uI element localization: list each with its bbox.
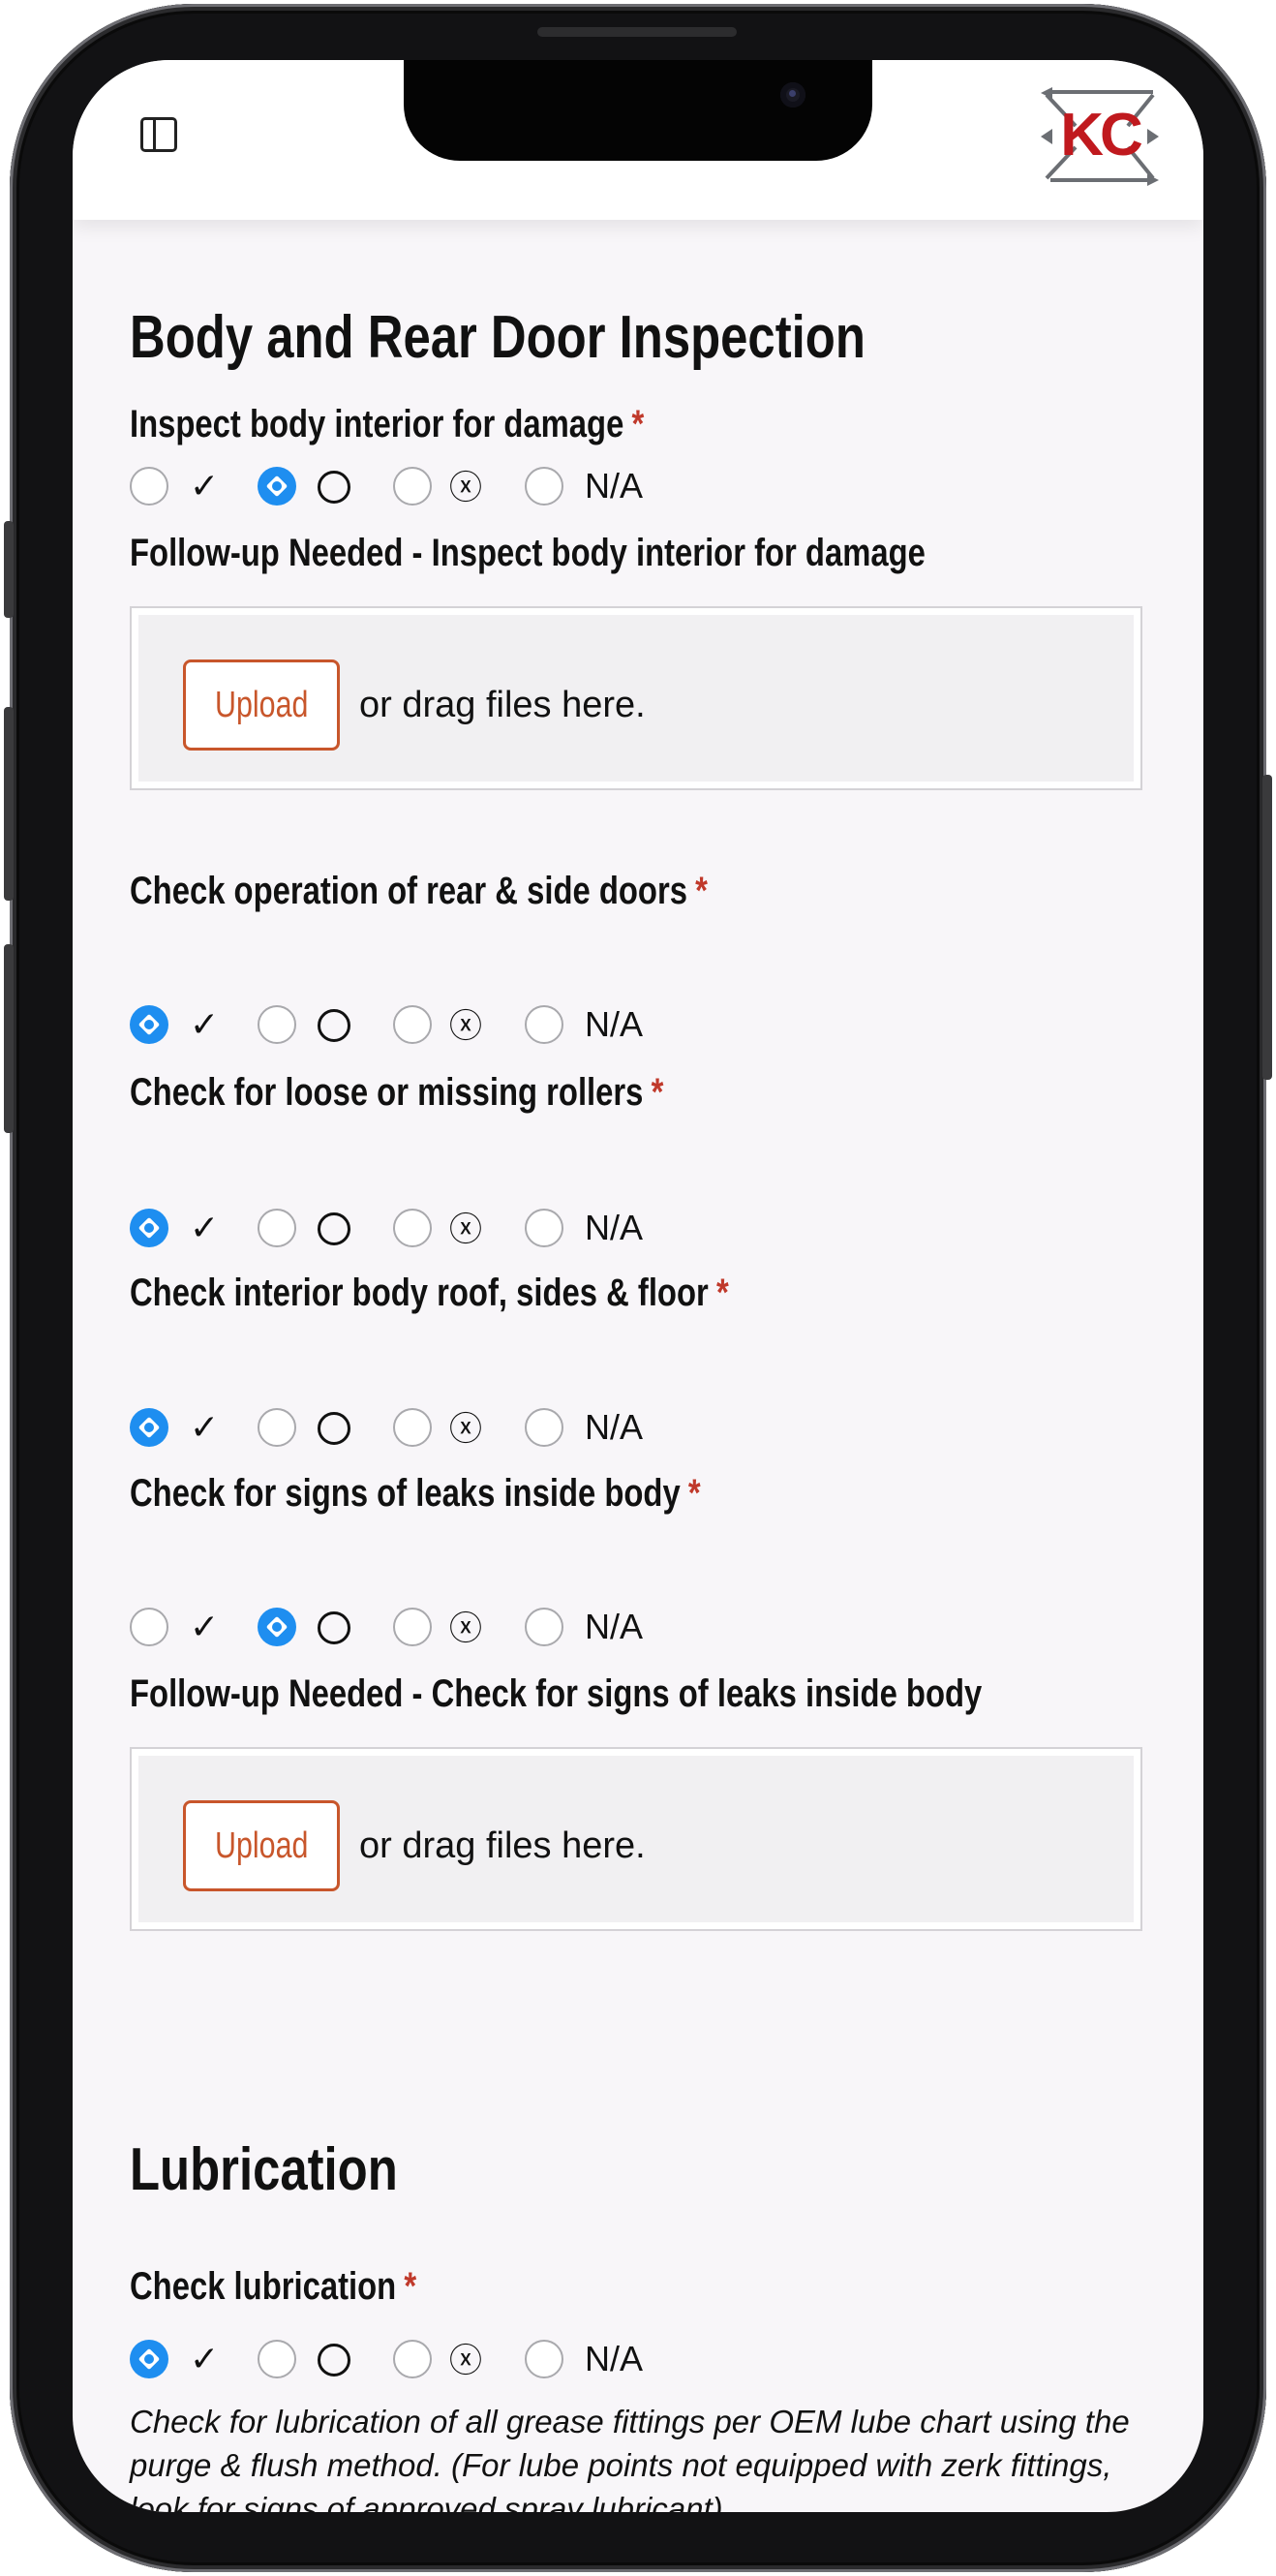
radio-group-doors: ✓ ⓧ N/A [130, 1005, 807, 1048]
option-followup-label [318, 2340, 350, 2384]
section-title: Body and Rear Door Inspection [130, 304, 866, 371]
radio-pass[interactable] [130, 1608, 168, 1646]
radio-na[interactable] [525, 1005, 563, 1044]
logo-letters: KC [1060, 102, 1142, 169]
file-drop-zone[interactable]: Upload or drag files here. [130, 1747, 1142, 1931]
required-mark: * [695, 870, 708, 912]
radio-group-leaks: ✓ ⓧ N/A [130, 1608, 807, 1650]
option-followup-label [318, 1608, 350, 1652]
option-na-label: N/A [585, 1208, 644, 1247]
company-logo: KC [1041, 87, 1159, 186]
radio-fail[interactable] [393, 467, 432, 506]
side-button-right [1262, 775, 1272, 1080]
option-na-label: N/A [585, 1004, 644, 1044]
option-pass-label: ✓ [190, 1607, 220, 1646]
option-pass-label: ✓ [190, 1407, 220, 1447]
side-button-left-2 [4, 707, 14, 901]
option-fail-label: ⓧ [449, 1211, 482, 1249]
option-na-label: N/A [585, 1407, 644, 1447]
question-label: Check lubrication * [130, 2265, 417, 2308]
drag-files-text: or drag files here. [359, 1825, 646, 1866]
question-label: Inspect body interior for damage * [130, 403, 645, 445]
required-mark: * [715, 1272, 729, 1314]
option-na-label: N/A [585, 2339, 644, 2378]
speaker-grille [537, 27, 737, 37]
radio-group-body-damage: ✓ ⓧ N/A [130, 467, 807, 509]
question-label: Check for signs of leaks inside body * [130, 1472, 701, 1515]
radio-followup[interactable] [258, 1209, 296, 1247]
option-fail-label: ⓧ [449, 2342, 482, 2380]
radio-pass[interactable] [130, 1005, 168, 1044]
radio-fail[interactable] [393, 1005, 432, 1044]
option-followup-label [318, 1408, 350, 1453]
option-fail-label: ⓧ [449, 1610, 482, 1648]
radio-group-rollers: ✓ ⓧ N/A [130, 1209, 807, 1251]
radio-followup[interactable] [258, 2340, 296, 2378]
radio-na[interactable] [525, 1408, 563, 1447]
option-followup-label [318, 467, 350, 511]
drag-files-text: or drag files here. [359, 685, 646, 725]
followup-label: Follow-up Needed - Inspect body interior… [130, 532, 926, 574]
radio-followup[interactable] [258, 1005, 296, 1044]
radio-pass[interactable] [130, 1408, 168, 1447]
radio-fail[interactable] [393, 1408, 432, 1447]
option-na-label: N/A [585, 466, 644, 506]
followup-label: Follow-up Needed - Check for signs of le… [130, 1672, 983, 1715]
file-drop-zone[interactable]: Upload or drag files here. [130, 606, 1142, 790]
option-fail-label: ⓧ [449, 1007, 482, 1046]
upload-button[interactable]: Upload [183, 1800, 340, 1891]
section-title: Lubrication [130, 2136, 398, 2203]
radio-na[interactable] [525, 2340, 563, 2378]
required-mark: * [404, 2265, 417, 2308]
option-pass-label: ✓ [190, 2339, 220, 2378]
camera-icon [780, 82, 805, 107]
required-mark: * [631, 403, 645, 445]
dynamic-island [404, 60, 872, 161]
radio-na[interactable] [525, 1608, 563, 1646]
radio-na[interactable] [525, 1209, 563, 1247]
option-followup-label [318, 1209, 350, 1253]
radio-group-roof-sides-floor: ✓ ⓧ N/A [130, 1408, 807, 1451]
radio-followup[interactable] [258, 1608, 296, 1646]
radio-pass[interactable] [130, 1209, 168, 1247]
required-mark: * [651, 1071, 664, 1114]
required-mark: * [687, 1472, 701, 1515]
radio-fail[interactable] [393, 1209, 432, 1247]
side-button-left-3 [4, 944, 14, 1133]
option-pass-label: ✓ [190, 1208, 220, 1247]
radio-na[interactable] [525, 467, 563, 506]
radio-group-lubrication: ✓ ⓧ N/A [130, 2340, 807, 2382]
option-fail-label: ⓧ [449, 1410, 482, 1449]
question-label: Check operation of rear & side doors * [130, 870, 708, 912]
sidebar-toggle-icon[interactable] [140, 117, 177, 152]
option-fail-label: ⓧ [449, 469, 482, 507]
lubrication-help-text: Check for lubrication of all grease fitt… [130, 2404, 1130, 2512]
upload-button[interactable]: Upload [183, 659, 340, 751]
radio-followup[interactable] [258, 467, 296, 506]
radio-pass[interactable] [130, 2340, 168, 2378]
option-na-label: N/A [585, 1607, 644, 1646]
radio-followup[interactable] [258, 1408, 296, 1447]
radio-pass[interactable] [130, 467, 168, 506]
question-label: Check for loose or missing rollers * [130, 1071, 664, 1114]
option-pass-label: ✓ [190, 466, 220, 506]
screen: KC Body and Rear Door Inspection Inspect… [73, 60, 1203, 2512]
radio-fail[interactable] [393, 1608, 432, 1646]
question-label: Check interior body roof, sides & floor * [130, 1272, 729, 1314]
option-followup-label [318, 1005, 350, 1050]
option-pass-label: ✓ [190, 1004, 220, 1044]
radio-fail[interactable] [393, 2340, 432, 2378]
side-button-left-1 [4, 521, 14, 618]
